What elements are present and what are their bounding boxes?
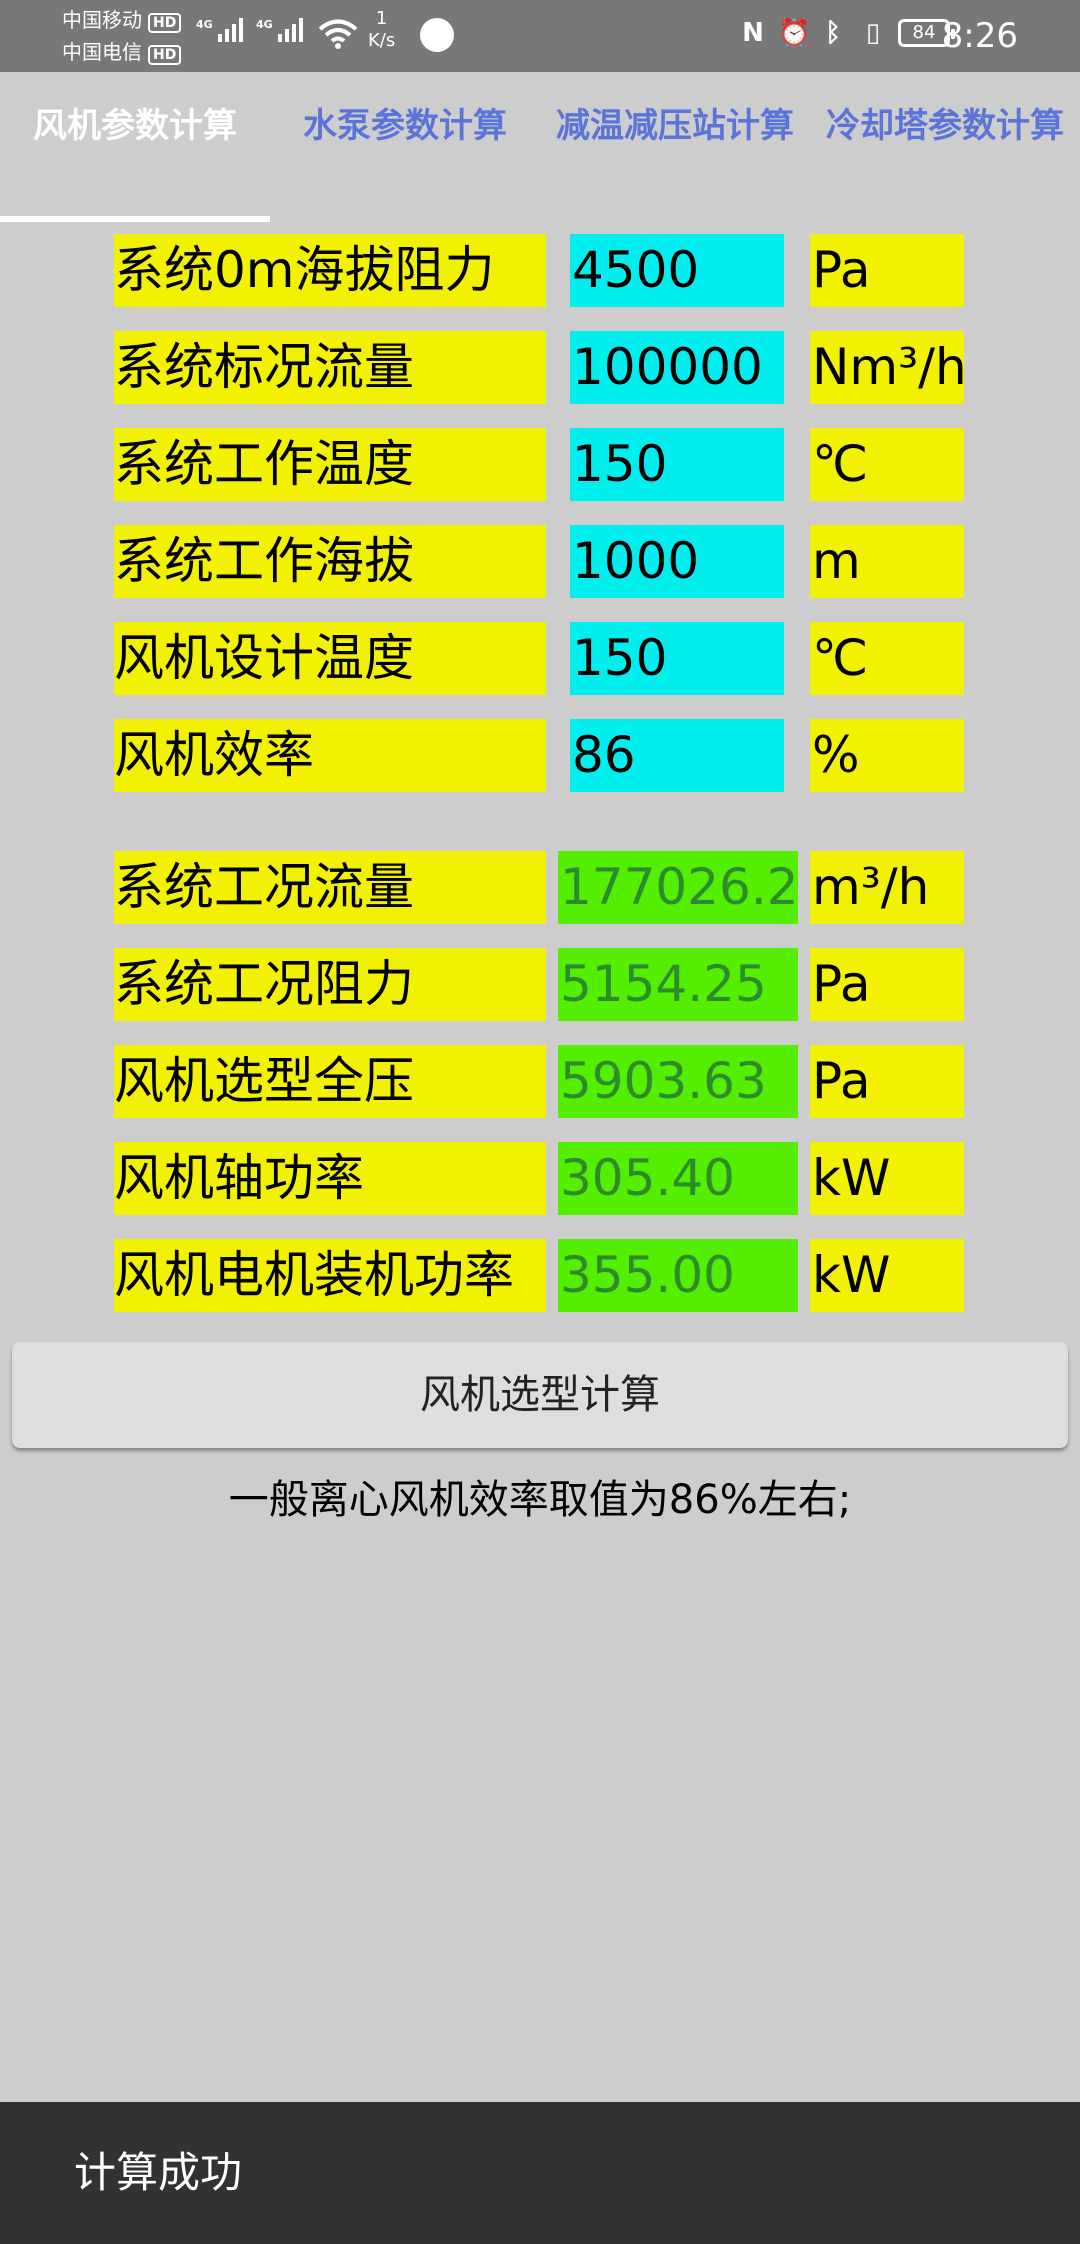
clock: 8:26 (941, 16, 1018, 56)
field-label: 风机效率 (114, 719, 546, 792)
unit-label: ℃ (810, 428, 964, 501)
field-label: 风机选型全压 (114, 1045, 546, 1118)
field-label: 系统工况阻力 (114, 948, 546, 1021)
network-speed: 1 K/s (368, 8, 396, 51)
field-label: 风机轴功率 (114, 1142, 546, 1215)
hd-badge: HD (148, 45, 182, 65)
unit-label: % (810, 719, 964, 792)
field-label: 系统工作温度 (114, 428, 546, 501)
input-row: 风机效率 86 % (0, 719, 1080, 792)
motor-power-output: 355.00 (558, 1239, 798, 1312)
carrier-1: 中国移动 HD (62, 8, 182, 33)
tab-cooling-tower[interactable]: 冷却塔参数计算 (810, 72, 1080, 222)
unit-label: Pa (810, 1045, 964, 1118)
unit-label: Pa (810, 234, 964, 307)
design-temp-input[interactable]: 150 (570, 622, 784, 695)
input-row: 系统0m海拔阻力 4500 Pa (0, 234, 1080, 307)
input-row: 系统工作温度 150 ℃ (0, 428, 1080, 501)
unit-label: m (810, 525, 964, 598)
hd-badge: HD (148, 13, 182, 33)
nfc-icon: N (742, 18, 764, 48)
hint-text: 一般离心风机效率取值为86%左右; (228, 1477, 852, 1523)
input-row: 系统工作海拔 1000 m (0, 525, 1080, 598)
app-notification-icon (420, 18, 454, 52)
tab-desuperheater[interactable]: 减温减压站计算 (540, 72, 810, 222)
field-label: 系统工作海拔 (114, 525, 546, 598)
fan-calc-button[interactable]: 风机选型计算 (12, 1342, 1068, 1448)
shaft-power-output: 305.40 (558, 1142, 798, 1215)
resistance-input[interactable]: 4500 (570, 234, 784, 307)
output-row: 系统工况阻力 5154.25 Pa (0, 948, 1080, 1021)
vibrate-icon: ▯ (865, 18, 881, 48)
work-flow-output: 177026.2 (558, 851, 798, 924)
tab-bar: 风机参数计算 水泵参数计算 减温减压站计算 冷却塔参数计算 (0, 72, 1080, 222)
bluetooth-icon: ᛒ (825, 18, 841, 48)
tab-fan-params[interactable]: 风机参数计算 (0, 72, 270, 222)
output-row: 风机选型全压 5903.63 Pa (0, 1045, 1080, 1118)
altitude-input[interactable]: 1000 (570, 525, 784, 598)
output-row: 系统工况流量 177026.2 m³/h (0, 851, 1080, 924)
carrier-2: 中国电信 HD (62, 40, 182, 65)
wifi-icon (318, 19, 358, 49)
input-row: 风机设计温度 150 ℃ (0, 622, 1080, 695)
signal-icon: 4G (196, 18, 243, 42)
unit-label: kW (810, 1142, 964, 1215)
unit-label: Nm³/h (810, 331, 964, 404)
unit-label: m³/h (810, 851, 964, 924)
field-label: 系统工况流量 (114, 851, 546, 924)
std-flow-input[interactable]: 100000 (570, 331, 784, 404)
unit-label: Pa (810, 948, 964, 1021)
unit-label: ℃ (810, 622, 964, 695)
output-row: 风机电机装机功率 355.00 kW (0, 1239, 1080, 1312)
input-row: 系统标况流量 100000 Nm³/h (0, 331, 1080, 404)
field-label: 风机设计温度 (114, 622, 546, 695)
tab-pump-params[interactable]: 水泵参数计算 (270, 72, 540, 222)
field-label: 系统0m海拔阻力 (114, 234, 546, 307)
status-bar: 中国移动 HD 中国电信 HD 4G 4G 1 K/s N ⏰ ᛒ ▯ 84 8:26 (0, 0, 1080, 72)
alarm-icon: ⏰ (778, 18, 811, 48)
efficiency-input[interactable]: 86 (570, 719, 784, 792)
total-pressure-output: 5903.63 (558, 1045, 798, 1118)
output-row: 风机轴功率 305.40 kW (0, 1142, 1080, 1215)
work-temp-input[interactable]: 150 (570, 428, 784, 501)
snackbar-message: 计算成功 (74, 2148, 243, 2197)
field-label: 系统标况流量 (114, 331, 546, 404)
signal-icon: 4G (256, 18, 303, 42)
unit-label: kW (810, 1239, 964, 1312)
field-label: 风机电机装机功率 (114, 1239, 546, 1312)
snackbar: 计算成功 (0, 2102, 1080, 2244)
work-resistance-output: 5154.25 (558, 948, 798, 1021)
